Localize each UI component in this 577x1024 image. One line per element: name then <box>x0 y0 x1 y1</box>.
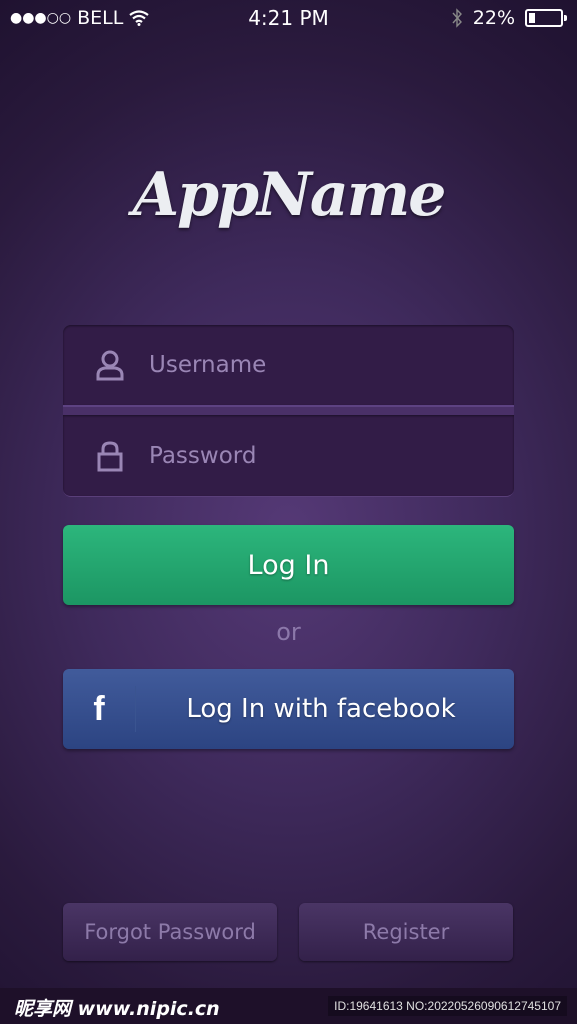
facebook-icon: f <box>93 689 105 728</box>
facebook-login-button[interactable]: f Log In with facebook <box>63 669 514 749</box>
username-input[interactable] <box>147 351 451 379</box>
app-logo: AppName <box>132 160 447 230</box>
battery-icon <box>525 9 567 27</box>
status-right: 22% <box>451 7 567 29</box>
status-bar: ●●●○○ BELL 4:21 PM 22% <box>0 0 577 36</box>
facebook-login-label: Log In with facebook <box>186 694 456 724</box>
forgot-password-button[interactable]: Forgot Password <box>63 903 277 961</box>
battery-fill <box>529 13 535 23</box>
watermark-id: ID:19641613 NO:20220526090612745107 <box>328 996 567 1016</box>
watermark-bar: 昵享网 www.nipic.cn ID:19641613 NO:20220526… <box>0 988 577 1024</box>
battery-percent: 22% <box>472 7 515 29</box>
password-input[interactable] <box>147 441 451 470</box>
register-button[interactable]: Register <box>299 903 513 961</box>
username-field[interactable] <box>63 325 514 405</box>
bluetooth-icon <box>452 8 462 28</box>
login-button[interactable]: Log In <box>63 525 514 605</box>
login-form <box>63 325 514 497</box>
or-separator: or <box>276 618 301 646</box>
lock-icon <box>97 440 123 471</box>
password-field[interactable] <box>63 415 514 497</box>
watermark-site: 昵享网 www.nipic.cn <box>14 998 220 1020</box>
user-icon <box>96 350 124 381</box>
